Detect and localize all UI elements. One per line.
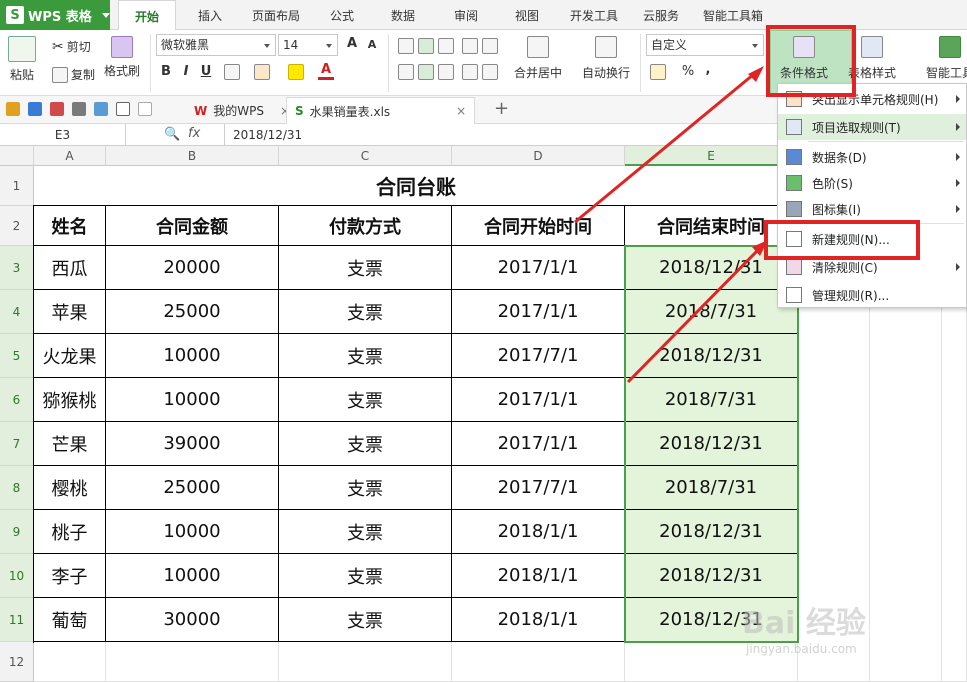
arrow-line bbox=[626, 248, 760, 384]
baidu-watermark: Bai 经验 bbox=[742, 606, 866, 641]
watermark-url: jingyan.baidu.com bbox=[746, 642, 857, 656]
arrow-head bbox=[748, 66, 764, 82]
annotation-arrows bbox=[574, 66, 768, 384]
arrow-line bbox=[574, 72, 755, 224]
